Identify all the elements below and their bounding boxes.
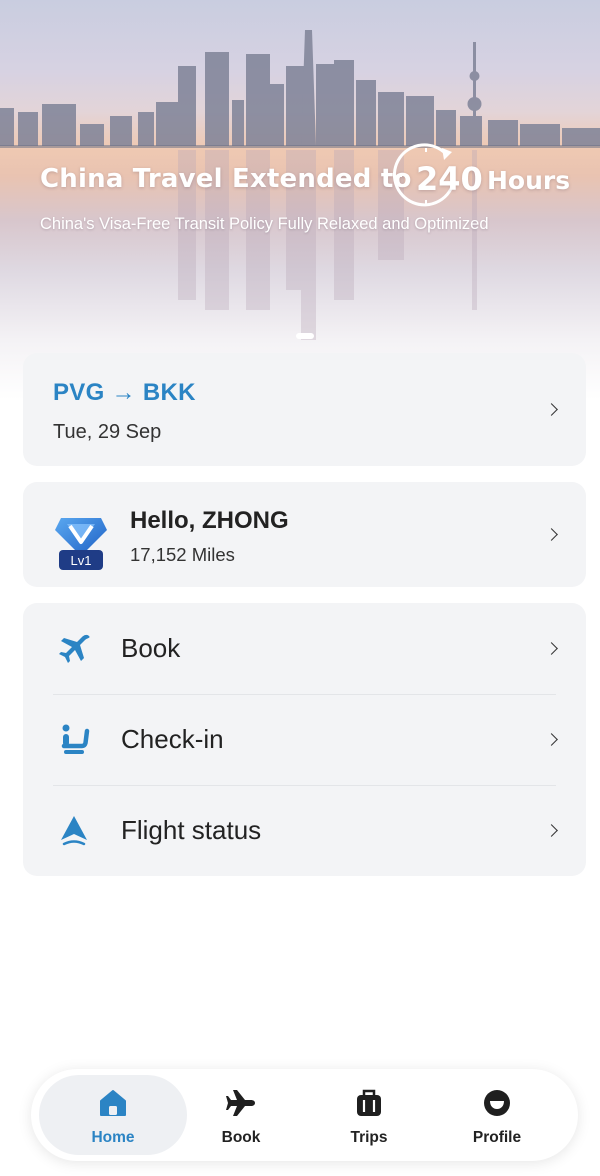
hero-banner[interactable]: China Travel Extended to 240 Hours China… (0, 0, 600, 400)
menu-item-check-in[interactable]: Check-in (23, 694, 586, 785)
smiley-icon (484, 1090, 510, 1116)
bottom-navigation: Home Book Trips Profile (31, 1069, 578, 1161)
nav-tab-profile[interactable]: Profile (432, 1069, 562, 1161)
nav-tab-home[interactable]: Home (39, 1075, 187, 1155)
nav-tab-trips[interactable]: Trips (304, 1069, 434, 1161)
menu-item-label: Check-in (121, 724, 224, 754)
chevron-right-icon (545, 733, 558, 746)
services-menu: Book Check-in Flight status (23, 603, 586, 876)
route-date: Tue, 29 Sep (53, 421, 162, 443)
member-miles: 17,152 Miles (130, 544, 235, 565)
suitcase-icon (357, 1089, 381, 1116)
city-skyline-image (0, 30, 600, 340)
home-icon (100, 1090, 126, 1116)
chevron-right-icon (545, 824, 558, 837)
banner-title: China Travel Extended to (40, 164, 412, 194)
chevron-right-icon (545, 642, 558, 655)
nav-label: Book (221, 1129, 261, 1146)
nav-tab-book[interactable]: Book (176, 1069, 306, 1161)
banner-subtitle: China's Visa-Free Transit Policy Fully R… (40, 215, 489, 233)
nav-label: Home (91, 1129, 135, 1146)
banner-hours-word: Hours (487, 166, 571, 195)
plane-icon (226, 1090, 255, 1116)
banner-hours-number: 240 (416, 160, 483, 198)
carousel-indicator[interactable] (296, 333, 314, 339)
seat-icon (61, 724, 90, 754)
route-card[interactable]: PVG → BKK Tue, 29 Sep (23, 353, 586, 466)
route-text: PVG → BKK (53, 379, 196, 406)
chevron-right-icon (545, 403, 558, 416)
menu-item-book[interactable]: Book (23, 603, 586, 694)
menu-item-label: Book (121, 633, 181, 663)
menu-item-flight-status[interactable]: Flight status (23, 785, 586, 876)
nav-label: Profile (472, 1129, 522, 1146)
member-greeting: Hello, ZHONG (130, 507, 289, 534)
chevron-right-icon (545, 528, 558, 541)
menu-item-label: Flight status (121, 815, 262, 845)
member-level-badge-icon: Lv1 (55, 518, 107, 570)
nav-label: Trips (350, 1129, 388, 1146)
member-level-text: Lv1 (71, 553, 92, 568)
member-card[interactable]: Lv1 Hello, ZHONG 17,152 Miles (23, 482, 586, 587)
navigation-arrow-icon (61, 816, 87, 846)
plane-icon (59, 634, 90, 663)
